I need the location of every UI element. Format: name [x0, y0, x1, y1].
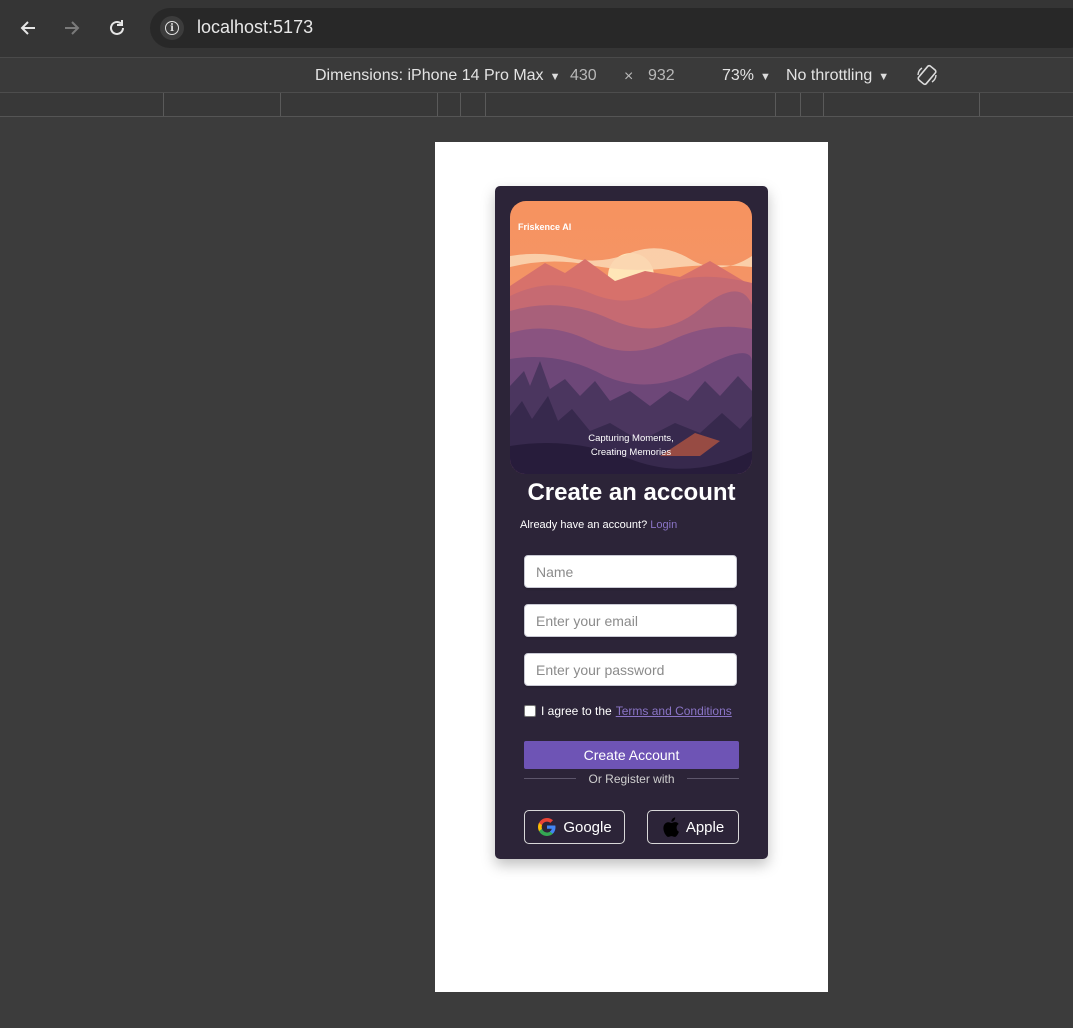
terms-link[interactable]: Terms and Conditions [616, 704, 732, 718]
device-viewport: Friskence AI Capturing Moments, Creating… [435, 142, 828, 992]
media-query-ruler [0, 92, 1073, 117]
google-button[interactable]: Google [524, 810, 625, 844]
apple-icon [663, 817, 679, 837]
create-account-button[interactable]: Create Account [524, 741, 739, 769]
email-input[interactable]: Enter your email [524, 604, 737, 637]
password-input[interactable]: Enter your password [524, 653, 737, 686]
login-prompt: Already have an account? Login [520, 519, 678, 531]
site-info-icon[interactable]: i [160, 16, 184, 40]
url-text[interactable]: localhost:5173 [197, 17, 313, 38]
signup-card: Friskence AI Capturing Moments, Creating… [495, 186, 768, 859]
reload-button[interactable] [101, 12, 133, 44]
caret-down-icon: ▼ [760, 71, 771, 83]
hero-tagline: Capturing Moments, Creating Memories [588, 433, 674, 458]
arrow-right-icon [65, 21, 80, 35]
terms-row: I agree to the Terms and Conditions [524, 704, 732, 718]
width-input[interactable]: 430 [570, 67, 597, 85]
terms-checkbox[interactable] [524, 705, 536, 717]
forward-button[interactable] [56, 12, 88, 44]
rotate-icon[interactable] [915, 63, 939, 87]
device-toolbar: Dimensions: iPhone 14 Pro Max ▼ 430 × 932… [0, 57, 1073, 93]
page-title: Create an account [527, 479, 736, 506]
reload-icon [110, 20, 124, 35]
caret-down-icon: ▼ [878, 71, 890, 83]
height-input[interactable]: 932 [648, 67, 675, 85]
brand-logo: Friskence AI [518, 222, 572, 232]
login-link[interactable]: Login [650, 519, 677, 531]
caret-down-icon: ▼ [549, 71, 561, 83]
device-select[interactable]: Dimensions: iPhone 14 Pro Max ▼ [315, 67, 560, 85]
name-input[interactable]: Name [524, 555, 737, 588]
or-register-text: Or Register with [588, 772, 675, 786]
arrow-left-icon [20, 21, 35, 35]
zoom-select[interactable]: 73% ▼ [722, 67, 771, 85]
hero-image: Friskence AI Capturing Moments, Creating… [510, 201, 752, 474]
times-sign: × [624, 68, 634, 85]
apple-button[interactable]: Apple [647, 810, 739, 844]
back-button[interactable] [12, 12, 44, 44]
throttling-select[interactable]: No throttling ▼ [786, 67, 889, 85]
divider-right [687, 778, 739, 779]
google-icon [538, 818, 556, 836]
browser-toolbar: i localhost:5173 [0, 0, 1073, 57]
